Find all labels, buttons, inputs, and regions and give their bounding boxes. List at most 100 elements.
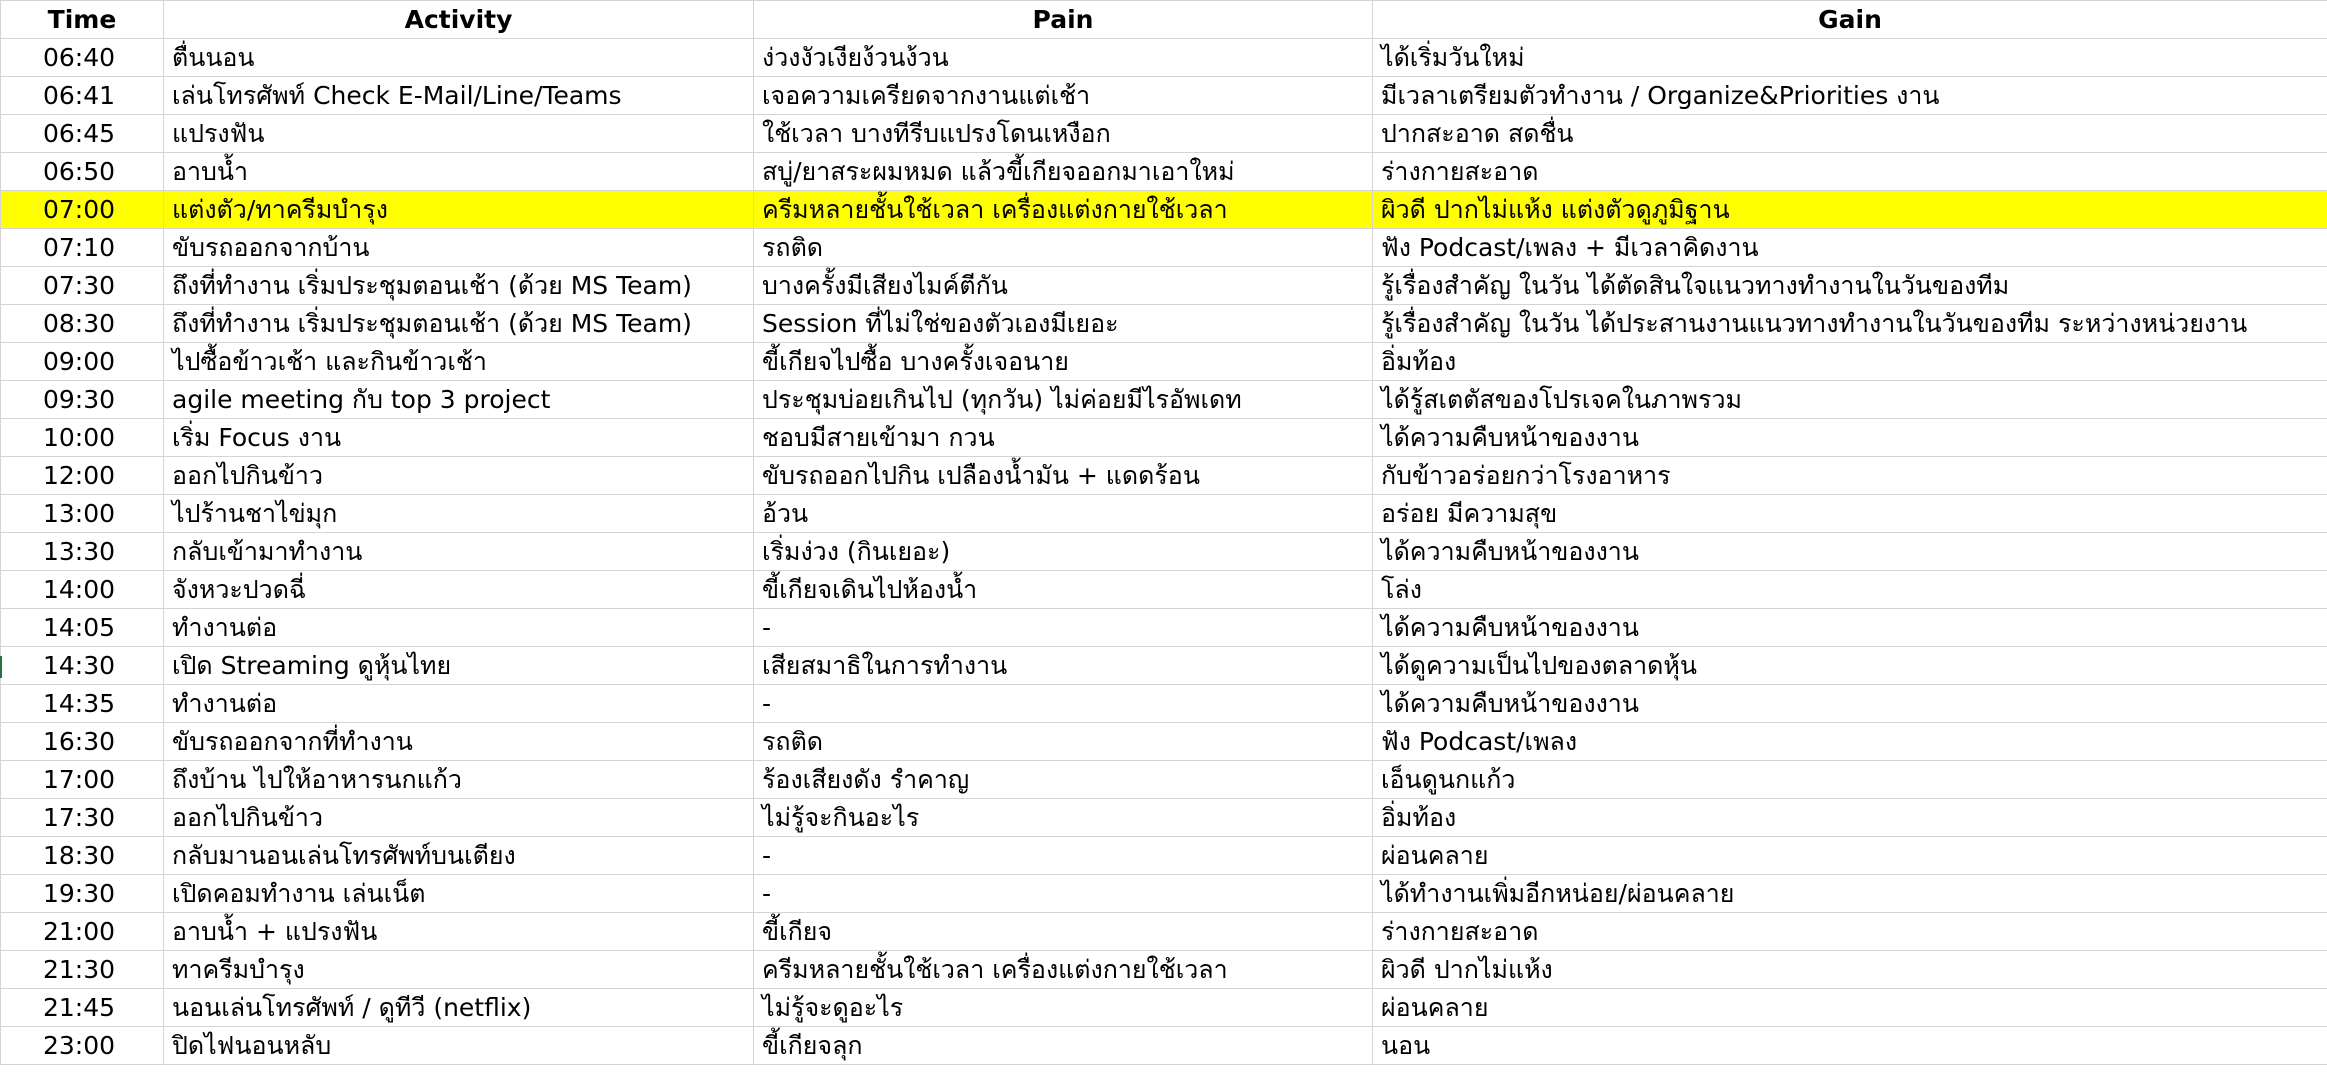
cell-time[interactable]: 06:50: [0, 152, 164, 191]
cell-pain[interactable]: รถติด: [753, 722, 1373, 761]
cell-gain[interactable]: มีเวลาเตรียมตัวทำงาน / Organize&Prioriti…: [1372, 76, 2327, 115]
cell-time[interactable]: 07:30: [0, 266, 164, 305]
cell-activity[interactable]: ทาครีมบำรุง: [163, 950, 754, 989]
cell-activity[interactable]: กลับเข้ามาทำงาน: [163, 532, 754, 571]
cell-time[interactable]: 13:00: [0, 494, 164, 533]
cell-gain[interactable]: โล่ง: [1372, 570, 2327, 609]
cell-time[interactable]: 09:30: [0, 380, 164, 419]
cell-pain[interactable]: ไม่รู้จะกินอะไร: [753, 798, 1373, 837]
cell-activity[interactable]: เปิด Streaming ดูหุ้นไทย: [163, 646, 754, 685]
cell-gain[interactable]: ผิวดี ปากไม่แห้ง แต่งตัวดูภูมิฐาน: [1372, 190, 2327, 229]
cell-activity[interactable]: ถึงบ้าน ไปให้อาหารนกแก้ว: [163, 760, 754, 799]
cell-gain[interactable]: ผ่อนคลาย: [1372, 836, 2327, 875]
cell-activity[interactable]: ขับรถออกจากที่ทำงาน: [163, 722, 754, 761]
cell-pain[interactable]: -: [753, 684, 1373, 723]
header-time[interactable]: Time: [0, 0, 164, 39]
cell-gain[interactable]: อิ่มท้อง: [1372, 342, 2327, 381]
cell-pain[interactable]: -: [753, 836, 1373, 875]
cell-time[interactable]: 23:00: [0, 1026, 164, 1065]
cell-gain[interactable]: ได้ความคืบหน้าของงาน: [1372, 418, 2327, 457]
cell-time[interactable]: 21:00: [0, 912, 164, 951]
cell-activity[interactable]: แปรงฟัน: [163, 114, 754, 153]
cell-time[interactable]: 08:30: [0, 304, 164, 343]
cell-gain[interactable]: เอ็นดูนกแก้ว: [1372, 760, 2327, 799]
cell-time[interactable]: 13:30: [0, 532, 164, 571]
cell-activity[interactable]: ทำงานต่อ: [163, 684, 754, 723]
cell-activity[interactable]: นอนเล่นโทรศัพท์ / ดูทีวี (netflix): [163, 988, 754, 1027]
cell-pain[interactable]: บางครั้งมีเสียงไมค์ตีกัน: [753, 266, 1373, 305]
cell-pain[interactable]: -: [753, 874, 1373, 913]
cell-activity[interactable]: ออกไปกินข้าว: [163, 798, 754, 837]
cell-gain[interactable]: ได้รู้สเตตัสของโปรเจคในภาพรวม: [1372, 380, 2327, 419]
cell-time[interactable]: 21:45: [0, 988, 164, 1027]
cell-time[interactable]: 07:10: [0, 228, 164, 267]
cell-pain[interactable]: ร้องเสียงดัง รำคาญ: [753, 760, 1373, 799]
cell-gain[interactable]: ได้ดูความเป็นไปของตลาดหุ้น: [1372, 646, 2327, 685]
cell-time[interactable]: 10:00: [0, 418, 164, 457]
cell-gain[interactable]: ผ่อนคลาย: [1372, 988, 2327, 1027]
cell-gain[interactable]: ร่างกายสะอาด: [1372, 152, 2327, 191]
cell-gain[interactable]: อร่อย มีความสุข: [1372, 494, 2327, 533]
cell-time[interactable]: 14:05: [0, 608, 164, 647]
cell-time[interactable]: 17:30: [0, 798, 164, 837]
cell-gain[interactable]: ได้เริ่มวันใหม่: [1372, 38, 2327, 77]
cell-gain[interactable]: ผิวดี ปากไม่แห้ง: [1372, 950, 2327, 989]
cell-time[interactable]: 07:00: [0, 190, 164, 229]
cell-gain[interactable]: อิ่มท้อง: [1372, 798, 2327, 837]
header-gain[interactable]: Gain: [1372, 0, 2327, 39]
cell-pain[interactable]: ชอบมีสายเข้ามา กวน: [753, 418, 1373, 457]
cell-gain[interactable]: นอน: [1372, 1026, 2327, 1065]
cell-gain[interactable]: ได้ความคืบหน้าของงาน: [1372, 608, 2327, 647]
cell-pain[interactable]: ขี้เกียจเดินไปห้องน้ำ: [753, 570, 1373, 609]
cell-activity[interactable]: เล่นโทรศัพท์ Check E-Mail/Line/Teams: [163, 76, 754, 115]
cell-pain[interactable]: สบู่/ยาสระผมหมด แล้วขี้เกียจออกมาเอาใหม่: [753, 152, 1373, 191]
cell-activity[interactable]: ปิดไฟนอนหลับ: [163, 1026, 754, 1065]
cell-time[interactable]: 18:30: [0, 836, 164, 875]
cell-pain[interactable]: เสียสมาธิในการทำงาน: [753, 646, 1373, 685]
cell-activity[interactable]: อาบน้ำ + แปรงฟัน: [163, 912, 754, 951]
cell-pain[interactable]: เจอความเครียดจากงานแต่เช้า: [753, 76, 1373, 115]
cell-activity[interactable]: ขับรถออกจากบ้าน: [163, 228, 754, 267]
cell-activity[interactable]: ถึงที่ทำงาน เริ่มประชุมตอนเช้า (ด้วย MS …: [163, 304, 754, 343]
cell-time[interactable]: 14:00: [0, 570, 164, 609]
cell-pain[interactable]: Session ที่ไม่ใช่ของตัวเองมีเยอะ: [753, 304, 1373, 343]
cell-pain[interactable]: ไม่รู้จะดูอะไร: [753, 988, 1373, 1027]
cell-time[interactable]: 06:41: [0, 76, 164, 115]
cell-activity[interactable]: ไปซื้อข้าวเช้า และกินข้าวเช้า: [163, 342, 754, 381]
cell-activity[interactable]: ตื่นนอน: [163, 38, 754, 77]
header-activity[interactable]: Activity: [163, 0, 754, 39]
cell-pain[interactable]: ขี้เกียจลุก: [753, 1026, 1373, 1065]
cell-time[interactable]: 09:00: [0, 342, 164, 381]
cell-activity[interactable]: จังหวะปวดฉี่: [163, 570, 754, 609]
cell-activity[interactable]: agile meeting กับ top 3 project: [163, 380, 754, 419]
cell-gain[interactable]: ร่างกายสะอาด: [1372, 912, 2327, 951]
cell-time[interactable]: 21:30: [0, 950, 164, 989]
cell-activity[interactable]: เปิดคอมทำงาน เล่นเน็ต: [163, 874, 754, 913]
cell-pain[interactable]: -: [753, 608, 1373, 647]
cell-gain[interactable]: ได้ความคืบหน้าของงาน: [1372, 684, 2327, 723]
cell-activity[interactable]: ออกไปกินข้าว: [163, 456, 754, 495]
cell-time[interactable]: 06:40: [0, 38, 164, 77]
cell-activity[interactable]: แต่งตัว/ทาครีมบำรุง: [163, 190, 754, 229]
cell-pain[interactable]: ครีมหลายชั้นใช้เวลา เครื่องแต่งกายใช้เวล…: [753, 950, 1373, 989]
cell-pain[interactable]: รถติด: [753, 228, 1373, 267]
cell-activity[interactable]: เริ่ม Focus งาน: [163, 418, 754, 457]
cell-gain[interactable]: ได้ความคืบหน้าของงาน: [1372, 532, 2327, 571]
cell-time[interactable]: 17:00: [0, 760, 164, 799]
cell-pain[interactable]: ขับรถออกไปกิน เปลืองน้ำมัน + แดดร้อน: [753, 456, 1373, 495]
cell-pain[interactable]: ครีมหลายชั้นใช้เวลา เครื่องแต่งกายใช้เวล…: [753, 190, 1373, 229]
cell-pain[interactable]: เริ่มง่วง (กินเยอะ): [753, 532, 1373, 571]
cell-activity[interactable]: ถึงที่ทำงาน เริ่มประชุมตอนเช้า (ด้วย MS …: [163, 266, 754, 305]
cell-time[interactable]: 06:45: [0, 114, 164, 153]
header-pain[interactable]: Pain: [753, 0, 1373, 39]
cell-pain[interactable]: ขี้เกียจ: [753, 912, 1373, 951]
cell-time[interactable]: 19:30: [0, 874, 164, 913]
cell-pain[interactable]: อ้วน: [753, 494, 1373, 533]
cell-time[interactable]: 12:00: [0, 456, 164, 495]
cell-time[interactable]: 16:30: [0, 722, 164, 761]
cell-gain[interactable]: ฟัง Podcast/เพลง: [1372, 722, 2327, 761]
cell-time[interactable]: 14:30: [0, 646, 164, 685]
cell-activity[interactable]: อาบน้ำ: [163, 152, 754, 191]
cell-pain[interactable]: ใช้เวลา บางทีรีบแปรงโดนเหงือก: [753, 114, 1373, 153]
cell-gain[interactable]: กับข้าวอร่อยกว่าโรงอาหาร: [1372, 456, 2327, 495]
